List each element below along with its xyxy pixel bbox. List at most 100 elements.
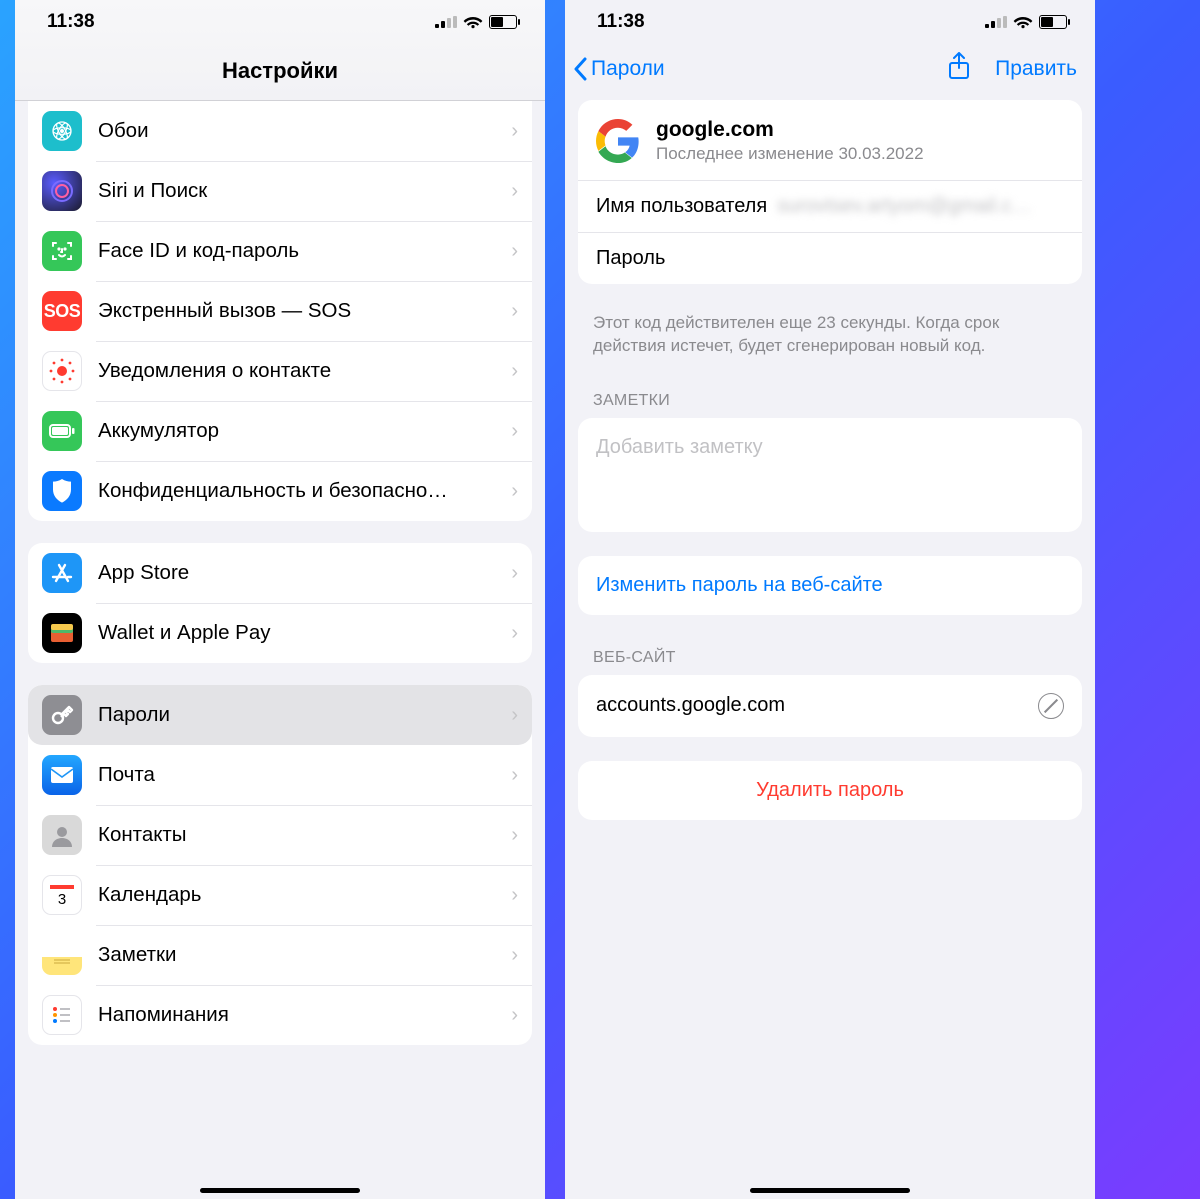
row-label: Wallet и Apple Pay xyxy=(98,621,511,645)
wifi-icon xyxy=(1013,15,1033,29)
chevron-right-icon: › xyxy=(511,180,518,203)
home-indicator[interactable] xyxy=(200,1188,360,1193)
credential-card: google.com Последнее изменение 30.03.202… xyxy=(578,100,1082,284)
row-battery[interactable]: Аккумулятор › xyxy=(28,401,532,461)
chevron-right-icon: › xyxy=(511,420,518,443)
website-header: ВЕБ-САЙТ xyxy=(565,615,1095,675)
chevron-right-icon: › xyxy=(511,1004,518,1027)
exposure-icon xyxy=(42,351,82,391)
row-reminders[interactable]: Напоминания › xyxy=(28,985,532,1045)
faceid-icon xyxy=(42,231,82,271)
settings-group-1: Обои › Siri и Поиск › Face ID и код-паро… xyxy=(28,101,532,521)
reminders-icon xyxy=(42,995,82,1035)
site-subtitle: Последнее изменение 30.03.2022 xyxy=(656,144,924,164)
site-name: google.com xyxy=(656,118,924,142)
key-icon xyxy=(42,695,82,735)
row-label: Контакты xyxy=(98,823,511,847)
notes-field[interactable]: Добавить заметку xyxy=(578,418,1082,532)
password-detail-screen: 11:38 Пароли Править xyxy=(565,0,1095,1199)
row-sos[interactable]: SOS Экстренный вызов — SOS › xyxy=(28,281,532,341)
row-exposure[interactable]: Уведомления о контакте › xyxy=(28,341,532,401)
chevron-right-icon: › xyxy=(511,884,518,907)
row-siri[interactable]: Siri и Поиск › xyxy=(28,161,532,221)
row-mail[interactable]: Почта › xyxy=(28,745,532,805)
sos-icon: SOS xyxy=(42,291,82,331)
battery-row-icon xyxy=(42,411,82,451)
page-title: Настройки xyxy=(15,44,545,100)
row-label: Конфиденциальность и безопасно… xyxy=(98,479,511,503)
status-time: 11:38 xyxy=(47,11,95,33)
edit-button[interactable]: Править xyxy=(995,57,1077,81)
google-logo-icon xyxy=(596,119,640,163)
back-button[interactable]: Пароли xyxy=(573,57,665,81)
home-indicator[interactable] xyxy=(750,1188,910,1193)
svg-text:3: 3 xyxy=(58,891,66,908)
wallpaper-icon xyxy=(42,111,82,151)
privacy-icon xyxy=(42,471,82,511)
battery-icon xyxy=(1039,15,1067,29)
wifi-icon xyxy=(463,15,483,29)
change-password-link[interactable]: Изменить пароль на веб-сайте xyxy=(578,556,1082,615)
siri-icon xyxy=(42,171,82,211)
username-label: Имя пользователя xyxy=(596,195,767,218)
row-notes[interactable]: Заметки › xyxy=(28,925,532,985)
row-label: Заметки xyxy=(98,943,511,967)
row-appstore[interactable]: App Store › xyxy=(28,543,532,603)
row-contacts[interactable]: Контакты › xyxy=(28,805,532,865)
row-label: Siri и Поиск xyxy=(98,179,511,203)
chevron-right-icon: › xyxy=(511,562,518,585)
calendar-icon: 3 xyxy=(42,875,82,915)
row-wallpaper[interactable]: Обои › xyxy=(28,101,532,161)
chevron-right-icon: › xyxy=(511,704,518,727)
battery-icon xyxy=(489,15,517,29)
chevron-right-icon: › xyxy=(511,240,518,263)
settings-header: 11:38 Настройки xyxy=(15,0,545,101)
status-time: 11:38 xyxy=(597,11,645,33)
row-label: Экстренный вызов — SOS xyxy=(98,299,511,323)
password-row[interactable]: Пароль xyxy=(578,232,1082,284)
contacts-icon xyxy=(42,815,82,855)
row-label: Аккумулятор xyxy=(98,419,511,443)
row-label: Календарь xyxy=(98,883,511,907)
settings-group-2: App Store › Wallet и Apple Pay › xyxy=(28,543,532,663)
notes-icon xyxy=(42,935,82,975)
chevron-right-icon: › xyxy=(511,360,518,383)
row-label: Пароли xyxy=(98,703,511,727)
wallet-icon xyxy=(42,613,82,653)
nav-bar: Пароли Править xyxy=(565,44,1095,96)
chevron-right-icon: › xyxy=(511,944,518,967)
row-calendar[interactable]: 3 Календарь › xyxy=(28,865,532,925)
row-faceid[interactable]: Face ID и код-пароль › xyxy=(28,221,532,281)
status-bar: 11:38 xyxy=(565,0,1095,44)
row-wallet[interactable]: Wallet и Apple Pay › xyxy=(28,603,532,663)
row-privacy[interactable]: Конфиденциальность и безопасно… › xyxy=(28,461,532,521)
chevron-right-icon: › xyxy=(511,764,518,787)
chevron-left-icon xyxy=(573,57,589,81)
delete-password-button[interactable]: Удалить пароль xyxy=(578,761,1082,820)
status-bar: 11:38 xyxy=(15,0,545,44)
row-label: Face ID и код-пароль xyxy=(98,239,511,263)
share-icon xyxy=(947,52,971,80)
share-button[interactable] xyxy=(947,52,971,86)
chevron-right-icon: › xyxy=(511,300,518,323)
row-passwords[interactable]: Пароли › xyxy=(28,685,532,745)
chevron-right-icon: › xyxy=(511,622,518,645)
username-row[interactable]: Имя пользователя surovtsev.artyom@gmail.… xyxy=(578,180,1082,232)
row-label: Напоминания xyxy=(98,1003,511,1027)
website-row[interactable]: accounts.google.com xyxy=(578,675,1082,737)
appstore-icon xyxy=(42,553,82,593)
username-value: surovtsev.artyom@gmail.c… xyxy=(777,195,1064,218)
row-label: Обои xyxy=(98,119,511,143)
site-header: google.com Последнее изменение 30.03.202… xyxy=(578,100,1082,180)
password-label: Пароль xyxy=(596,247,665,270)
chevron-right-icon: › xyxy=(511,824,518,847)
chevron-right-icon: › xyxy=(511,120,518,143)
mail-icon xyxy=(42,755,82,795)
chevron-right-icon: › xyxy=(511,480,518,503)
notes-header: ЗАМЕТКИ xyxy=(565,358,1095,418)
safari-icon xyxy=(1038,693,1064,719)
row-label: Почта xyxy=(98,763,511,787)
settings-group-3: Пароли › Почта › Контакты › 3 Календарь … xyxy=(28,685,532,1045)
code-validity-note: Этот код действителен еще 23 секунды. Ко… xyxy=(565,284,1095,358)
website-value: accounts.google.com xyxy=(596,694,785,717)
